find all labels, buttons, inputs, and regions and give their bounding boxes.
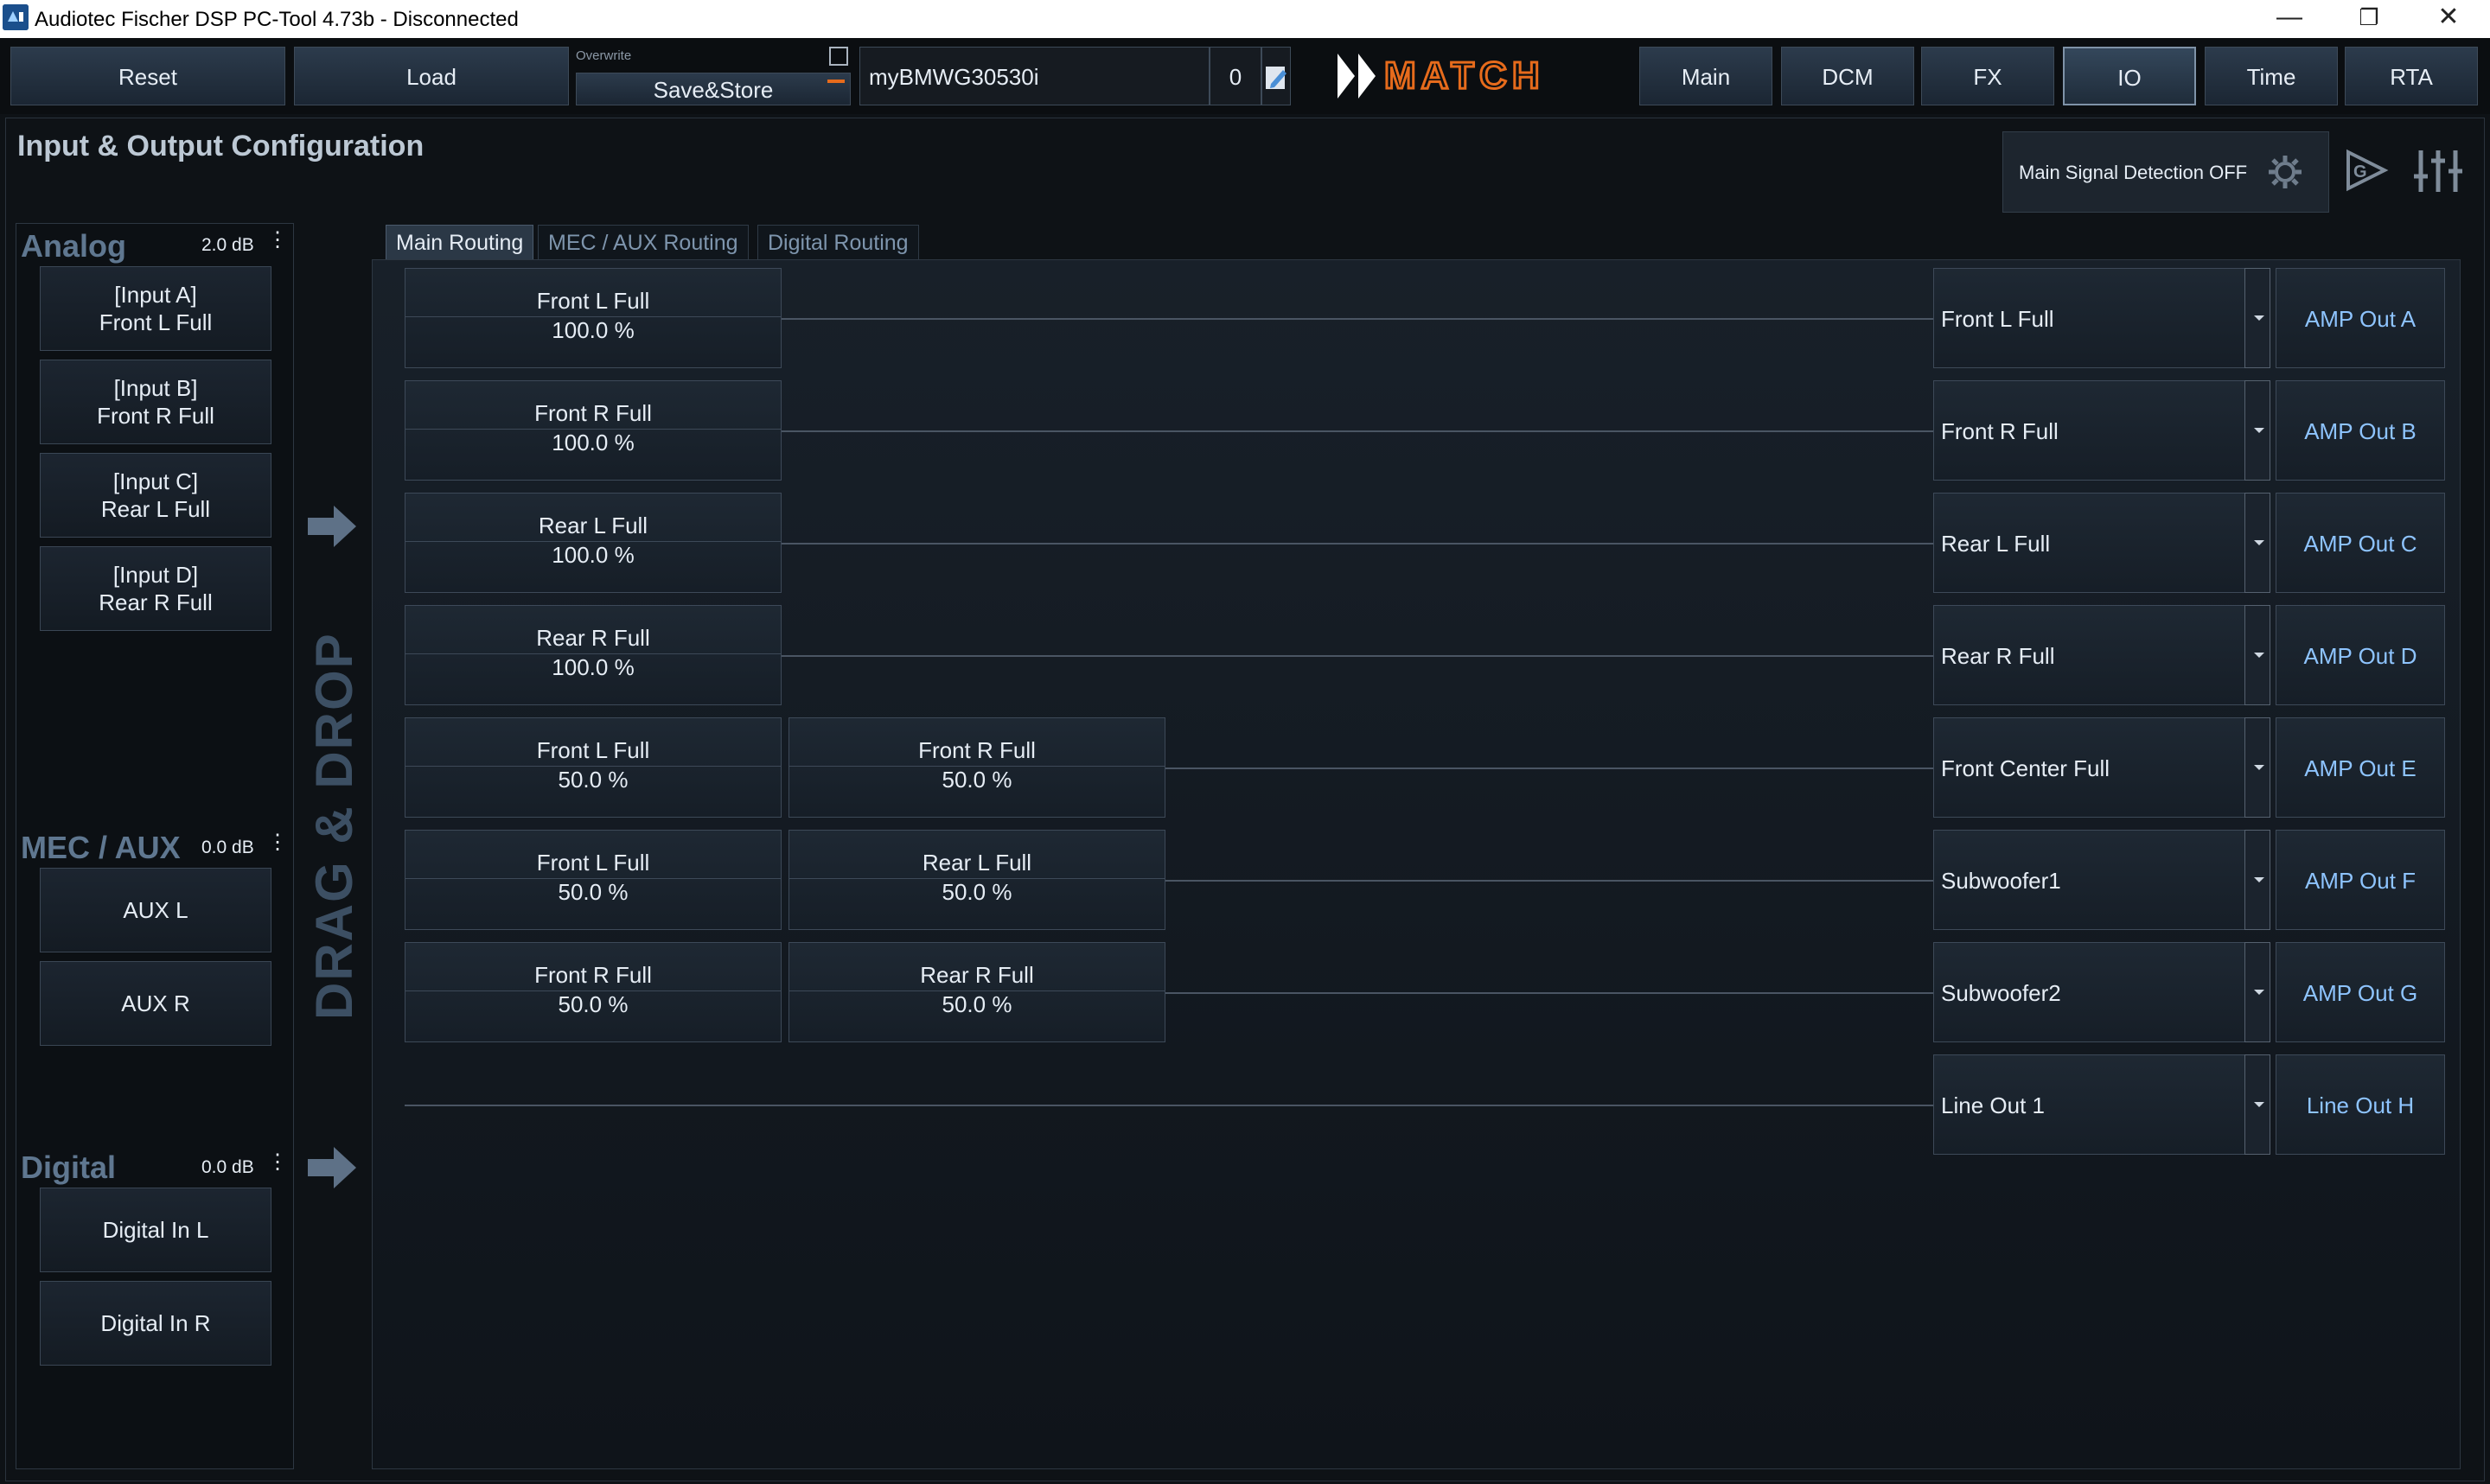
routing-line	[782, 655, 1933, 657]
digital-in-r-input[interactable]: Digital In R	[40, 1281, 271, 1366]
routing-line	[1165, 767, 1933, 769]
mec-aux-gain[interactable]: 0.0 dB	[201, 838, 254, 858]
play-generator-icon[interactable]: G	[2343, 147, 2390, 194]
routing-line	[1165, 992, 1933, 994]
chevron-down-icon[interactable]	[2244, 380, 2270, 481]
output-select[interactable]: Rear R Full	[1933, 605, 2246, 705]
save-store-button[interactable]: Save&Store	[576, 73, 851, 105]
tab-mec-aux-routing[interactable]: MEC / AUX Routing	[538, 225, 749, 259]
output-select[interactable]: Line Out 1	[1933, 1054, 2246, 1155]
load-button[interactable]: Load	[294, 47, 569, 105]
tab-main-routing[interactable]: Main Routing	[386, 225, 534, 259]
title-bar: Audiotec Fischer DSP PC-Tool 4.73b - Dis…	[0, 0, 2490, 38]
app-icon	[3, 4, 29, 30]
amp-out-button[interactable]: AMP Out F	[2276, 830, 2445, 930]
chevron-down-icon[interactable]	[2244, 1054, 2270, 1155]
analog-gain[interactable]: 2.0 dB	[201, 235, 254, 256]
mix-source-box[interactable]: Front L Full 50.0 %	[405, 717, 782, 818]
output-select[interactable]: Front L Full	[1933, 268, 2246, 368]
close-icon[interactable]: ✕	[2409, 0, 2488, 38]
tab-main[interactable]: Main	[1639, 47, 1772, 105]
digital-gain[interactable]: 0.0 dB	[201, 1157, 254, 1178]
routing-line	[782, 430, 1933, 432]
analog-menu-icon[interactable]: ⋮	[267, 230, 288, 251]
input-a[interactable]: [Input A] Front L Full	[40, 266, 271, 351]
tab-fx[interactable]: FX	[1921, 47, 2054, 105]
window-title: Audiotec Fischer DSP PC-Tool 4.73b - Dis…	[35, 8, 519, 31]
routing-line	[782, 318, 1933, 320]
chevron-down-icon[interactable]	[2244, 493, 2270, 593]
aux-l-input[interactable]: AUX L	[40, 868, 271, 952]
mec-aux-section-title: MEC / AUX	[21, 830, 181, 865]
output-select[interactable]: Front R Full	[1933, 380, 2246, 481]
input-d[interactable]: [Input D] Rear R Full	[40, 546, 271, 631]
preset-number-field[interactable]: 0	[1210, 47, 1261, 105]
mix-source-box[interactable]: Rear L Full 50.0 %	[788, 830, 1165, 930]
preset-name-field[interactable]: myBMWG30530i	[859, 47, 1210, 105]
drag-drop-label: DRAG & DROP	[304, 632, 364, 1020]
amp-out-button[interactable]: AMP Out C	[2276, 493, 2445, 593]
amp-out-button[interactable]: AMP Out D	[2276, 605, 2445, 705]
amp-out-button[interactable]: AMP Out B	[2276, 380, 2445, 481]
restore-icon[interactable]: ❐	[2329, 0, 2409, 38]
mix-source-box[interactable]: Front R Full 100.0 %	[405, 380, 782, 481]
gear-icon[interactable]	[2265, 152, 2305, 192]
line-out-button[interactable]: Line Out H	[2276, 1054, 2445, 1155]
match-logo: MATCH	[1336, 50, 1595, 102]
reset-button[interactable]: Reset	[10, 47, 285, 105]
amp-out-button[interactable]: AMP Out E	[2276, 717, 2445, 818]
arrow-right-icon	[306, 503, 358, 550]
tab-io[interactable]: IO	[2063, 47, 2196, 105]
tab-digital-routing[interactable]: Digital Routing	[757, 225, 919, 259]
tab-time[interactable]: Time	[2205, 47, 2338, 105]
tab-rta[interactable]: RTA	[2345, 47, 2478, 105]
amp-out-button[interactable]: AMP Out G	[2276, 942, 2445, 1042]
aux-r-input[interactable]: AUX R	[40, 961, 271, 1046]
chevron-down-icon[interactable]	[2244, 942, 2270, 1042]
svg-text:G: G	[2353, 162, 2367, 182]
routing-line	[1165, 880, 1933, 882]
save-indicator	[827, 80, 845, 83]
digital-section-title: Digital	[21, 1150, 117, 1185]
overwrite-label: Overwrite	[576, 48, 632, 63]
mix-source-box[interactable]: Front L Full 50.0 %	[405, 830, 782, 930]
arrow-right-icon	[306, 1144, 358, 1191]
equalizer-icon[interactable]	[2412, 145, 2464, 197]
edit-icon[interactable]	[1261, 47, 1291, 105]
chevron-down-icon[interactable]	[2244, 605, 2270, 705]
mix-source-box[interactable]: Rear R Full 50.0 %	[788, 942, 1165, 1042]
output-select[interactable]: Rear L Full	[1933, 493, 2246, 593]
tab-dcm[interactable]: DCM	[1781, 47, 1914, 105]
chevron-down-icon[interactable]	[2244, 268, 2270, 368]
output-select[interactable]: Subwoofer1	[1933, 830, 2246, 930]
chevron-down-icon[interactable]	[2244, 717, 2270, 818]
page-title: Input & Output Configuration	[17, 130, 425, 162]
mix-source-box[interactable]: Front L Full 100.0 %	[405, 268, 782, 368]
routing-line	[782, 543, 1933, 545]
input-c[interactable]: [Input C] Rear L Full	[40, 453, 271, 538]
mix-source-box[interactable]: Rear L Full 100.0 %	[405, 493, 782, 593]
output-select[interactable]: Subwoofer2	[1933, 942, 2246, 1042]
analog-section-title: Analog	[21, 228, 126, 264]
input-b[interactable]: [Input B] Front R Full	[40, 360, 271, 444]
amp-out-button[interactable]: AMP Out A	[2276, 268, 2445, 368]
overwrite-checkbox[interactable]	[829, 47, 848, 66]
mix-source-box[interactable]: Front R Full 50.0 %	[788, 717, 1165, 818]
digital-in-l-input[interactable]: Digital In L	[40, 1188, 271, 1272]
mix-source-box[interactable]: Rear R Full 100.0 %	[405, 605, 782, 705]
output-select[interactable]: Front Center Full	[1933, 717, 2246, 818]
chevron-down-icon[interactable]	[2244, 830, 2270, 930]
logo-text: MATCH	[1384, 54, 1545, 97]
digital-menu-icon[interactable]: ⋮	[267, 1152, 288, 1173]
routing-line	[405, 1105, 1933, 1106]
mec-aux-menu-icon[interactable]: ⋮	[267, 832, 288, 853]
mix-source-box[interactable]: Front R Full 50.0 %	[405, 942, 782, 1042]
minimize-icon[interactable]: —	[2250, 0, 2329, 38]
